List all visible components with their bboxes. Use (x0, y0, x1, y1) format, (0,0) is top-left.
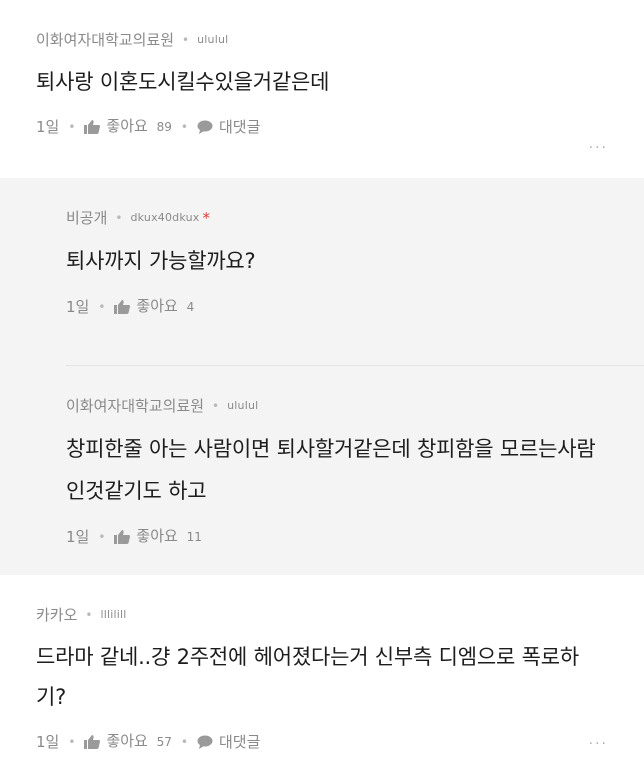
like-label: 좋아요 (106, 732, 148, 750)
author-nickname[interactable]: ululul (197, 30, 228, 50)
comment-item: 카카오 • lllilill 드라마 같네..걍 2주전에 헤어졌다는거 신부측… (0, 575, 644, 774)
reply-item: 비공개 • dkux40dkux * 퇴사까지 가능할까요? 1일 • 좋아요 … (66, 178, 644, 365)
separator-dot: • (182, 33, 190, 47)
thumbs-up-icon[interactable] (114, 299, 131, 314)
comment-actions: 1일 • 좋아요 57 • 대댓글 (36, 731, 608, 752)
comment-author: 이화여자대학교의료원 • ululul (36, 30, 608, 50)
like-count: 11 (186, 530, 202, 544)
reply-item: 이화여자대학교의료원 • ululul 창피한줄 아는 사람이면 퇴사할거같은데… (66, 365, 644, 575)
comment-author: 카카오 • lllilill (36, 605, 608, 625)
separator-dot: • (85, 608, 93, 622)
like-button[interactable]: 좋아요 11 (136, 526, 201, 547)
separator-dot: • (98, 299, 106, 314)
reply-text: 퇴사까지 가능할까요? (66, 249, 256, 273)
like-button[interactable]: 좋아요 89 (106, 116, 171, 137)
reply-actions: 1일 • 좋아요 11 (66, 526, 608, 547)
more-dots-icon[interactable]: ··· (589, 140, 608, 156)
reply-time: 1일 (66, 297, 90, 316)
comment-text: 퇴사랑 이혼도시킬수있을거같은데 (36, 70, 330, 94)
reply-time: 1일 (66, 527, 90, 546)
author-company[interactable]: 카카오 (36, 605, 77, 625)
thumbs-up-icon[interactable] (114, 529, 131, 544)
comment-time: 1일 (36, 117, 60, 136)
reply-author: 비공개 • dkux40dkux * (66, 208, 608, 228)
separator-dot: • (98, 529, 106, 544)
like-label: 좋아요 (136, 527, 178, 545)
thumbs-up-icon[interactable] (84, 734, 101, 749)
reply-actions: 1일 • 좋아요 4 (66, 296, 608, 317)
reply-text: 창피한줄 아는 사람이면 퇴사할거같은데 창피함을 모르는사람인것같기도 하고 (66, 437, 596, 503)
like-count: 4 (186, 300, 195, 314)
comment-time: 1일 (36, 732, 60, 751)
author-company[interactable]: 비공개 (66, 208, 107, 228)
author-nickname[interactable]: ululul (227, 396, 258, 416)
reply-button[interactable]: 대댓글 (219, 117, 260, 137)
like-label: 좋아요 (106, 117, 148, 135)
like-label: 좋아요 (136, 297, 178, 315)
reply-author: 이화여자대학교의료원 • ululul (66, 396, 608, 416)
author-mark: * (202, 209, 210, 227)
comment-item: 이화여자대학교의료원 • ululul 퇴사랑 이혼도시킬수있을거같은데 1일 … (0, 0, 644, 178)
more-dots-icon[interactable]: ··· (589, 736, 608, 752)
like-button[interactable]: 좋아요 4 (136, 296, 194, 317)
reply-button[interactable]: 대댓글 (219, 732, 260, 752)
speech-bubble-icon[interactable] (197, 735, 213, 749)
author-nickname[interactable]: dkux40dkux (130, 208, 199, 228)
author-company[interactable]: 이화여자대학교의료원 (36, 30, 174, 50)
like-button[interactable]: 좋아요 57 (106, 731, 171, 752)
separator-dot: • (68, 119, 76, 134)
separator-dot: • (212, 399, 220, 413)
separator-dot: • (68, 734, 76, 749)
thumbs-up-icon[interactable] (84, 119, 101, 134)
separator-dot: • (115, 211, 123, 225)
author-company[interactable]: 이화여자대학교의료원 (66, 396, 204, 416)
speech-bubble-icon[interactable] (197, 120, 213, 134)
reply-section: 비공개 • dkux40dkux * 퇴사까지 가능할까요? 1일 • 좋아요 … (0, 178, 644, 575)
separator-dot: • (180, 119, 188, 134)
comment-text: 드라마 같네..걍 2주전에 헤어졌다는거 신부측 디엠으로 폭로하기? (36, 645, 579, 709)
like-count: 89 (156, 120, 172, 134)
separator-dot: • (180, 734, 188, 749)
like-count: 57 (156, 735, 172, 749)
comment-actions: 1일 • 좋아요 89 • 대댓글 (36, 116, 608, 137)
author-nickname[interactable]: lllilill (100, 605, 126, 625)
